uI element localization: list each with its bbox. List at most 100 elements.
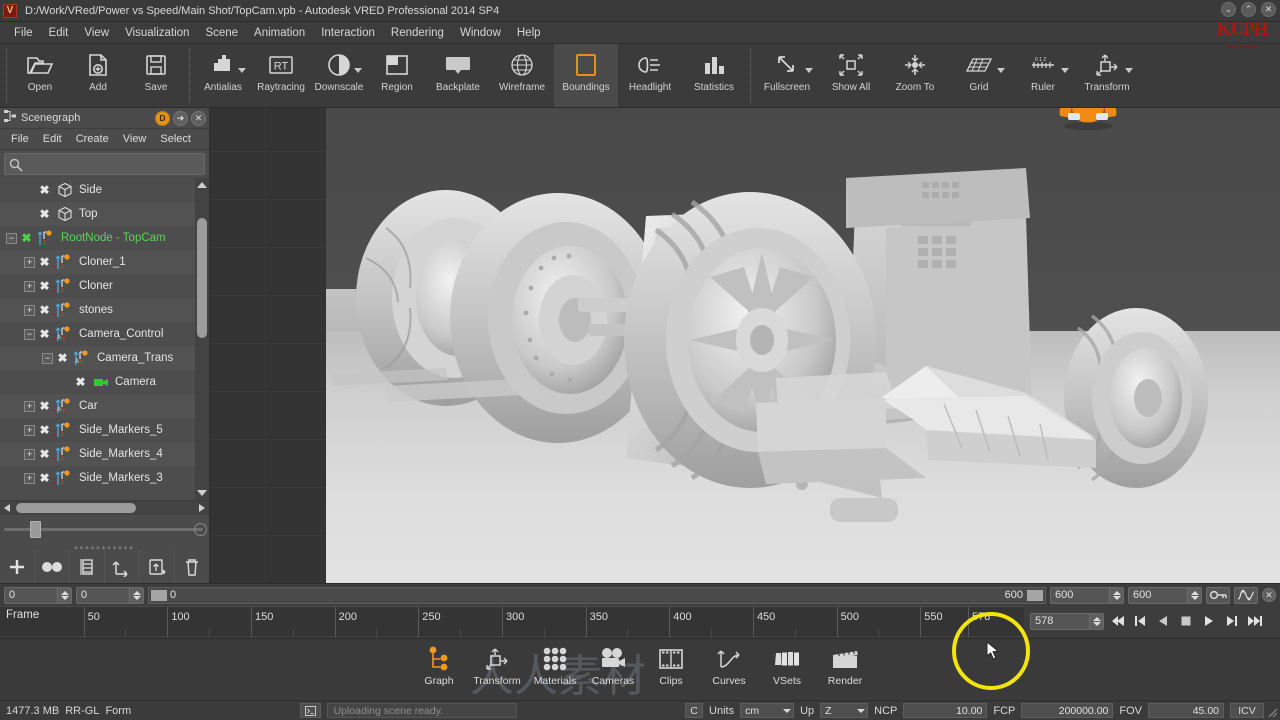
node-visibility-toggle-icon[interactable]: ✖ [38, 423, 51, 437]
scenegraph-menu-select[interactable]: Select [153, 131, 198, 147]
scenegraph-vertical-scrollbar[interactable] [195, 178, 209, 500]
menu-scene[interactable]: Scene [197, 24, 246, 42]
toolbar-add-button[interactable]: Add [69, 44, 127, 107]
node-visibility-toggle-icon[interactable]: ✖ [38, 303, 51, 317]
module-materials-button[interactable]: Materials [526, 639, 584, 697]
node-visibility-toggle-icon[interactable]: ✖ [38, 447, 51, 461]
dock-d-button[interactable]: D [155, 110, 170, 126]
c-button[interactable]: C [685, 703, 704, 718]
play-reverse-button[interactable] [1153, 612, 1173, 630]
go-to-start-button[interactable] [1107, 612, 1127, 630]
node-visibility-toggle-icon[interactable]: ✖ [74, 375, 87, 389]
hscrollbar-thumb[interactable] [16, 503, 136, 513]
toolbar-transform-button[interactable]: Transform [1075, 44, 1139, 107]
spinner-arrows-icon[interactable] [57, 587, 71, 603]
scenegraph-node-row[interactable]: + ✖ Cloner [0, 274, 209, 298]
scroll-down-arrow-icon[interactable] [197, 490, 207, 496]
scenegraph-node-row[interactable]: − ✖ RootNode - TopCam [0, 226, 209, 250]
module-transform-button[interactable]: Transform [468, 639, 526, 697]
add-node-button[interactable] [0, 551, 35, 583]
group-nodes-button[interactable] [35, 551, 70, 583]
toolbar-statistics-button[interactable]: Statistics [682, 44, 746, 107]
resize-grip-icon[interactable] [1266, 706, 1278, 718]
scenegraph-menu-edit[interactable]: Edit [36, 131, 69, 147]
key-button[interactable] [1206, 586, 1230, 604]
search-input[interactable] [27, 158, 204, 170]
scenegraph-search-box[interactable] [4, 153, 205, 175]
toolbar-grid-button[interactable]: Grid [947, 44, 1011, 107]
module-curves-button[interactable]: Curves [700, 639, 758, 697]
up-axis-dropdown[interactable]: Z [820, 703, 869, 718]
move-node-button[interactable] [105, 551, 140, 583]
scenegraph-node-row[interactable]: ✖ Camera [0, 370, 209, 394]
close-timeline-button[interactable]: ✕ [1262, 588, 1276, 602]
node-visibility-toggle-icon[interactable]: ✖ [56, 351, 69, 365]
current-frame-input[interactable] [1031, 615, 1089, 627]
node-visibility-toggle-icon[interactable]: ✖ [38, 399, 51, 413]
menu-edit[interactable]: Edit [41, 24, 77, 42]
toolbar-headlight-button[interactable]: Headlight [618, 44, 682, 107]
scrollbar-thumb[interactable] [197, 218, 207, 338]
scroll-left-arrow-icon[interactable] [4, 504, 10, 512]
scenegraph-node-row[interactable]: − ✖ A Camera_Trans [0, 346, 209, 370]
delete-node-button[interactable] [175, 551, 209, 583]
units-dropdown[interactable]: cm [740, 703, 795, 718]
module-clips-button[interactable]: Clips [642, 639, 700, 697]
chevron-down-icon-5[interactable] [1061, 68, 1069, 73]
module-graph-button[interactable]: Graph [410, 639, 468, 697]
scenegraph-node-row[interactable]: + ✖ A Car [0, 394, 209, 418]
node-visibility-toggle-icon[interactable]: ✖ [38, 207, 51, 221]
anim-end-spinner-1[interactable] [1050, 586, 1124, 604]
close-panel-button[interactable]: ✕ [191, 110, 206, 126]
scroll-up-arrow-icon[interactable] [197, 182, 207, 188]
toolbar-region-button[interactable]: Region [368, 44, 426, 107]
align-nodes-button[interactable] [70, 551, 105, 583]
chevron-down-icon-2[interactable] [354, 68, 362, 73]
node-visibility-toggle-icon[interactable]: ✖ [20, 231, 33, 245]
fcp-value[interactable]: 200000.00 [1021, 703, 1114, 718]
view-cube-gizmo[interactable] [1046, 108, 1130, 136]
tree-expander-plus-icon[interactable]: + [24, 448, 35, 460]
chevron-down-icon-6[interactable] [1125, 68, 1133, 73]
module-render-button[interactable]: Render [816, 639, 874, 697]
stop-button[interactable] [1176, 612, 1196, 630]
node-visibility-toggle-icon[interactable]: ✖ [38, 327, 51, 341]
module-cameras-button[interactable]: Cameras [584, 639, 642, 697]
node-visibility-toggle-icon[interactable]: ✖ [38, 255, 51, 269]
toolbar-save-button[interactable]: Save [127, 44, 185, 107]
module-vsets-button[interactable]: VSets [758, 639, 816, 697]
spinner-arrows-icon-3[interactable] [1109, 587, 1123, 603]
scenegraph-node-row[interactable]: + ✖ Side_Markers_3 [0, 466, 209, 490]
slider-knob[interactable] [30, 521, 41, 538]
maximize-button[interactable]: ⌃ [1241, 2, 1256, 17]
toolbar-ruler-button[interactable]: 0 1 2 Ruler [1011, 44, 1075, 107]
current-frame-spinner[interactable] [1030, 612, 1104, 630]
menu-animation[interactable]: Animation [246, 24, 313, 42]
toolbar-zoomto-button[interactable]: Zoom To [883, 44, 947, 107]
toolbar-downscale-button[interactable]: Downscale [310, 44, 368, 107]
menu-file[interactable]: File [6, 24, 41, 42]
spinner-arrows-icon-5[interactable] [1089, 613, 1103, 629]
toolbar-fullscreen-button[interactable]: Fullscreen [755, 44, 819, 107]
range-start-spinner[interactable] [4, 586, 72, 604]
toolbar-wireframe-button[interactable]: Wireframe [490, 44, 554, 107]
anim-end-input-1[interactable] [1051, 589, 1109, 601]
range-left-handle[interactable] [151, 589, 167, 601]
tree-expander-plus-icon[interactable]: + [24, 472, 35, 484]
scenegraph-menu-file[interactable]: File [4, 131, 36, 147]
frame-ruler[interactable]: Frame 50 100 150 200 250 300 350 400 450 500 550 5… [0, 606, 1024, 637]
console-icon[interactable] [299, 703, 321, 718]
spinner-arrows-icon-4[interactable] [1187, 587, 1201, 603]
toolbar-backplate-button[interactable]: Backplate [426, 44, 490, 107]
spinner-arrows-icon-2[interactable] [129, 587, 143, 603]
play-button[interactable] [1199, 612, 1219, 630]
scenegraph-menu-view[interactable]: View [116, 131, 154, 147]
menu-view[interactable]: View [76, 24, 117, 42]
range-right-handle[interactable] [1027, 589, 1043, 601]
scenegraph-node-row[interactable]: + ✖ stones [0, 298, 209, 322]
anim-end-spinner-2[interactable] [1128, 586, 1202, 604]
tree-expander-minus-icon[interactable]: − [6, 232, 17, 244]
animation-curve-button[interactable] [1234, 586, 1258, 604]
menu-visualization[interactable]: Visualization [117, 24, 197, 42]
tree-expander-minus-icon[interactable]: − [42, 352, 53, 364]
